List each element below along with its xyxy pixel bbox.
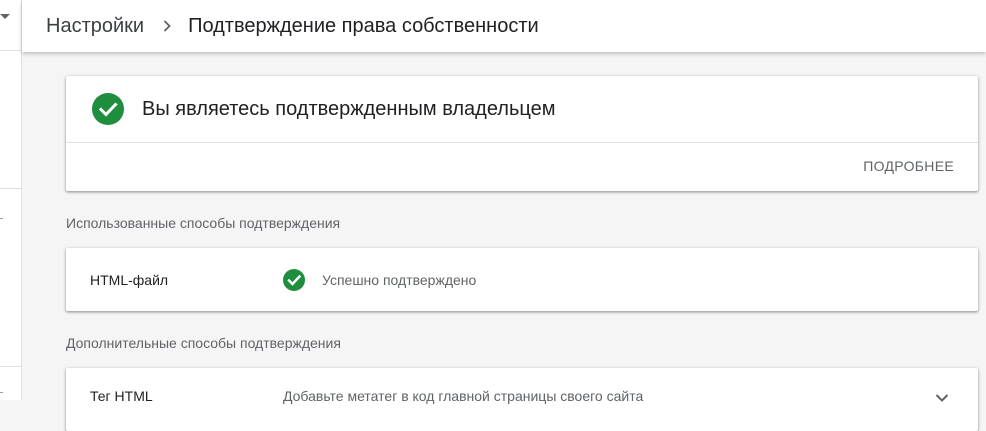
check-circle-icon [92, 93, 124, 125]
page-title: Подтверждение права собственности [188, 14, 539, 37]
method-description: Добавьте метатег в код главной страницы … [283, 388, 644, 404]
extra-methods-label: Дополнительные способы подтверждения [66, 335, 341, 351]
verified-owner-card: Вы являетесь подтвержденным владельцем П… [66, 76, 978, 191]
sidebar-indicator [0, 392, 3, 393]
method-name: Тег HTML [90, 388, 153, 404]
used-methods-label: Использованные способы подтверждения [66, 215, 341, 231]
sidebar-divider [0, 188, 22, 189]
method-name: HTML-файл [90, 271, 169, 288]
caret-down-icon[interactable] [0, 14, 10, 19]
sidebar-divider [0, 50, 22, 51]
sidebar-indicator [0, 218, 3, 219]
chevron-right-icon [160, 19, 174, 33]
status-text: Успешно подтверждено [322, 271, 477, 288]
check-circle-icon [283, 268, 305, 291]
verified-owner-footer: ПОДРОБНЕЕ [66, 143, 978, 190]
sidebar-divider [0, 366, 22, 367]
chevron-down-icon[interactable] [930, 386, 954, 410]
breadcrumb: Настройки Подтверждение права собственно… [46, 15, 539, 38]
more-details-button[interactable]: ПОДРОБНЕЕ [863, 158, 954, 174]
method-status: Успешно подтверждено [283, 268, 477, 291]
used-method-row: HTML-файл Успешно подтверждено [66, 248, 978, 311]
verified-owner-title: Вы являетесь подтвержденным владельцем [142, 97, 556, 120]
sidebar-collapsed [0, 0, 22, 400]
breadcrumb-settings-link[interactable]: Настройки [46, 15, 144, 38]
verified-owner-header: Вы являетесь подтвержденным владельцем [66, 76, 978, 143]
top-bar: Настройки Подтверждение права собственно… [22, 0, 986, 52]
